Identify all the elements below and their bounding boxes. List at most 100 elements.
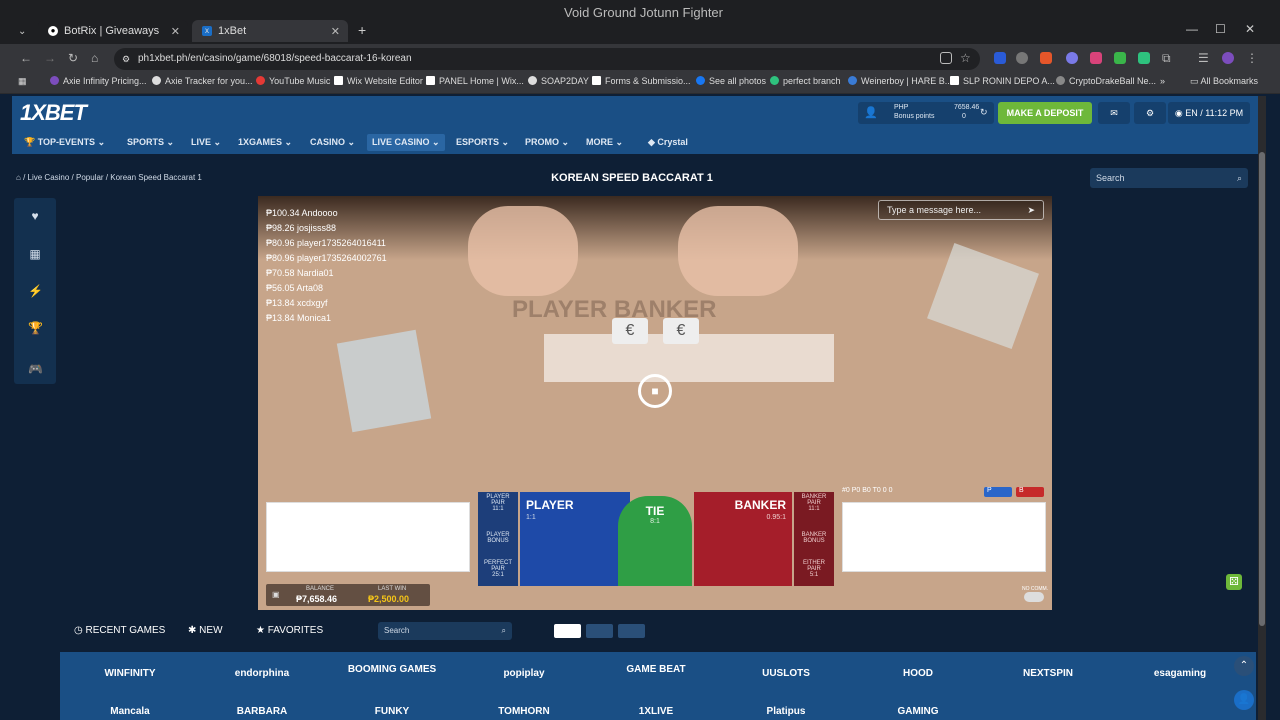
tab-botrix[interactable]: ● BotRix | Giveaways ✕ [38, 20, 188, 42]
provider-hood[interactable]: HOOD [868, 668, 968, 679]
refresh-icon[interactable]: ↻ [980, 107, 988, 118]
bookmark-item[interactable]: Forms & Submissio... [592, 76, 691, 86]
bookmark-star-icon[interactable]: ☆ [960, 51, 971, 65]
provider-winfinity[interactable]: WINFINITY [80, 668, 180, 679]
page-scrollbar[interactable] [1258, 96, 1266, 720]
provider-uuslots[interactable]: UUSLOTS [736, 668, 836, 679]
bookmark-item[interactable]: Weinerboy | HARE B... [848, 76, 952, 86]
scroll-top-button[interactable]: ⌃ [1234, 656, 1254, 676]
site-logo[interactable]: 1XBET [20, 100, 87, 126]
send-icon[interactable]: ➤ [1027, 201, 1035, 219]
site-info-icon[interactable]: ⚙ [122, 48, 130, 70]
provider-booming[interactable]: BOOMING GAMES [342, 664, 442, 675]
scrollbar-thumb[interactable] [1259, 152, 1265, 626]
nav-crystal[interactable]: ◆ Crystal [648, 137, 688, 148]
reload-icon[interactable]: ↻ [68, 51, 78, 65]
all-bookmarks[interactable]: ▭ All Bookmarks [1190, 76, 1258, 87]
bookmark-item[interactable]: SOAP2DAY [528, 76, 589, 86]
predict-player-button[interactable]: P [984, 487, 1012, 497]
provider-endorphina[interactable]: endorphina [212, 668, 312, 679]
extension-icon[interactable] [1040, 52, 1052, 64]
nav-live[interactable]: LIVE ⌄ [191, 137, 221, 148]
nav-top-events[interactable]: 🏆 TOP-EVENTS ⌄ [24, 137, 105, 148]
make-deposit-button[interactable]: MAKE A DEPOSIT [998, 102, 1092, 124]
account-balance[interactable]: 👤 PHP 7658.46 Bonus points 0 ↻ [858, 102, 994, 124]
extension-icon[interactable] [1114, 52, 1126, 64]
provider-funky[interactable]: FUNKY [342, 706, 442, 717]
provider-esagaming[interactable]: esagaming [1130, 668, 1230, 679]
provider-1xlive[interactable]: 1XLIVE [606, 706, 706, 717]
banker-pair-bet[interactable]: BANKER PAIR 11:1 [796, 494, 832, 512]
tie-bet[interactable]: TIE 8:1 [618, 496, 692, 586]
nav-more[interactable]: MORE ⌄ [586, 137, 623, 148]
search-icon[interactable]: ⌕ [502, 622, 506, 640]
bookmark-item[interactable]: Axie Tracker for you... [152, 76, 253, 86]
search-icon[interactable]: ⌕ [1237, 168, 1242, 188]
dice-icon[interactable]: ⚄ [1226, 574, 1242, 590]
tab-1xbet[interactable]: x 1xBet ✕ [192, 20, 348, 42]
provider-platipus[interactable]: Platipus [736, 706, 836, 717]
extension-icon[interactable] [1138, 52, 1150, 64]
settings-gear-icon[interactable]: ⚙ [1134, 102, 1166, 124]
more-bookmarks-icon[interactable]: » [1160, 76, 1165, 86]
tab-recent-games[interactable]: ◷ RECENT GAMES [74, 625, 165, 636]
tab-favorites[interactable]: ★ FAVORITES [256, 625, 323, 636]
apps-icon[interactable]: ▦ [18, 76, 27, 87]
provider-tomhorn[interactable]: TOMHORN [474, 706, 574, 717]
back-icon[interactable]: ← [20, 51, 32, 65]
chat-input[interactable]: Type a message here... ➤ [878, 200, 1044, 220]
perfect-pair-bet[interactable]: PERFECT PAIR 25:1 [480, 560, 516, 578]
either-pair-bet[interactable]: EITHER PAIR 5:1 [796, 560, 832, 578]
nav-promo[interactable]: PROMO ⌄ [525, 137, 569, 148]
support-chat-button[interactable]: 👤 [1234, 690, 1254, 710]
nav-sports[interactable]: SPORTS ⌄ [127, 137, 174, 148]
player-pair-bet[interactable]: PLAYER PAIR 11:1 [480, 494, 516, 512]
reading-list-icon[interactable]: ☰ [1198, 51, 1209, 65]
minimize-icon[interactable]: — [1186, 22, 1198, 36]
profile-avatar[interactable] [1222, 52, 1234, 64]
games-search-input[interactable]: Search ⌕ [378, 622, 512, 640]
provider-barbara[interactable]: BARBARA [212, 706, 312, 717]
tab-search-icon[interactable]: ⌄ [18, 26, 26, 37]
extension-icon[interactable] [1090, 52, 1102, 64]
menu-kebab-icon[interactable]: ⋮ [1246, 51, 1258, 65]
bookmark-item[interactable]: See all photos [696, 76, 766, 86]
nav-live-casino[interactable]: LIVE CASINO ⌄ [367, 134, 445, 151]
extension-icon[interactable] [994, 52, 1006, 64]
grid-icon[interactable]: ▦ [28, 247, 42, 261]
predict-banker-button[interactable]: B [1016, 487, 1044, 497]
bookmark-item[interactable]: Axie Infinity Pricing... [50, 76, 147, 86]
provider-nextspin[interactable]: NEXTSPIN [998, 668, 1098, 679]
close-tab-icon[interactable]: ✕ [331, 25, 340, 38]
url-field[interactable]: ⚙ ph1xbet.ph/en/casino/game/68018/speed-… [114, 48, 980, 70]
provider-mancala[interactable]: Mancala [80, 706, 180, 717]
no-comm-toggle[interactable] [1024, 592, 1044, 602]
language-time-selector[interactable]: ◉ EN / 11:12 PM [1168, 102, 1250, 124]
nav-casino[interactable]: CASINO ⌄ [310, 137, 355, 148]
heart-icon[interactable]: ♥ [28, 209, 42, 223]
search-input[interactable]: Search ⌕ [1090, 168, 1248, 188]
view-toggle-small[interactable] [618, 624, 645, 638]
banker-bonus-bet[interactable]: BANKER BONUS [796, 532, 832, 544]
gamepad-icon[interactable]: 🎮 [28, 362, 43, 376]
extension-icon[interactable] [1066, 52, 1078, 64]
player-bonus-bet[interactable]: PLAYER BONUS [480, 532, 516, 544]
provider-gaming[interactable]: GAMING [868, 706, 968, 717]
bookmark-item[interactable]: YouTube Music [256, 76, 330, 86]
provider-gamebeat[interactable]: GAME BEAT [606, 664, 706, 675]
close-tab-icon[interactable]: ✕ [171, 25, 180, 38]
bookmark-item[interactable]: Wix Website Editor [334, 76, 423, 86]
maximize-icon[interactable]: ☐ [1215, 22, 1226, 36]
view-toggle-medium[interactable] [586, 624, 613, 638]
forward-icon[interactable]: → [44, 51, 56, 65]
video-camera-icon[interactable]: ■ [638, 374, 672, 408]
messages-icon[interactable]: ✉ [1098, 102, 1130, 124]
bookmark-item[interactable]: CryptoDrakeBall Ne... [1056, 76, 1156, 86]
close-window-icon[interactable]: ✕ [1245, 22, 1255, 36]
extension-icon[interactable] [1016, 52, 1028, 64]
bookmark-item[interactable]: SLP RONIN DEPO A... [950, 76, 1055, 86]
player-bet[interactable]: PLAYER 1:1 [520, 492, 630, 586]
trophy-icon[interactable]: 🏆 [28, 321, 43, 335]
install-icon[interactable] [940, 52, 952, 64]
extensions-puzzle-icon[interactable]: ⧉ [1162, 51, 1171, 66]
